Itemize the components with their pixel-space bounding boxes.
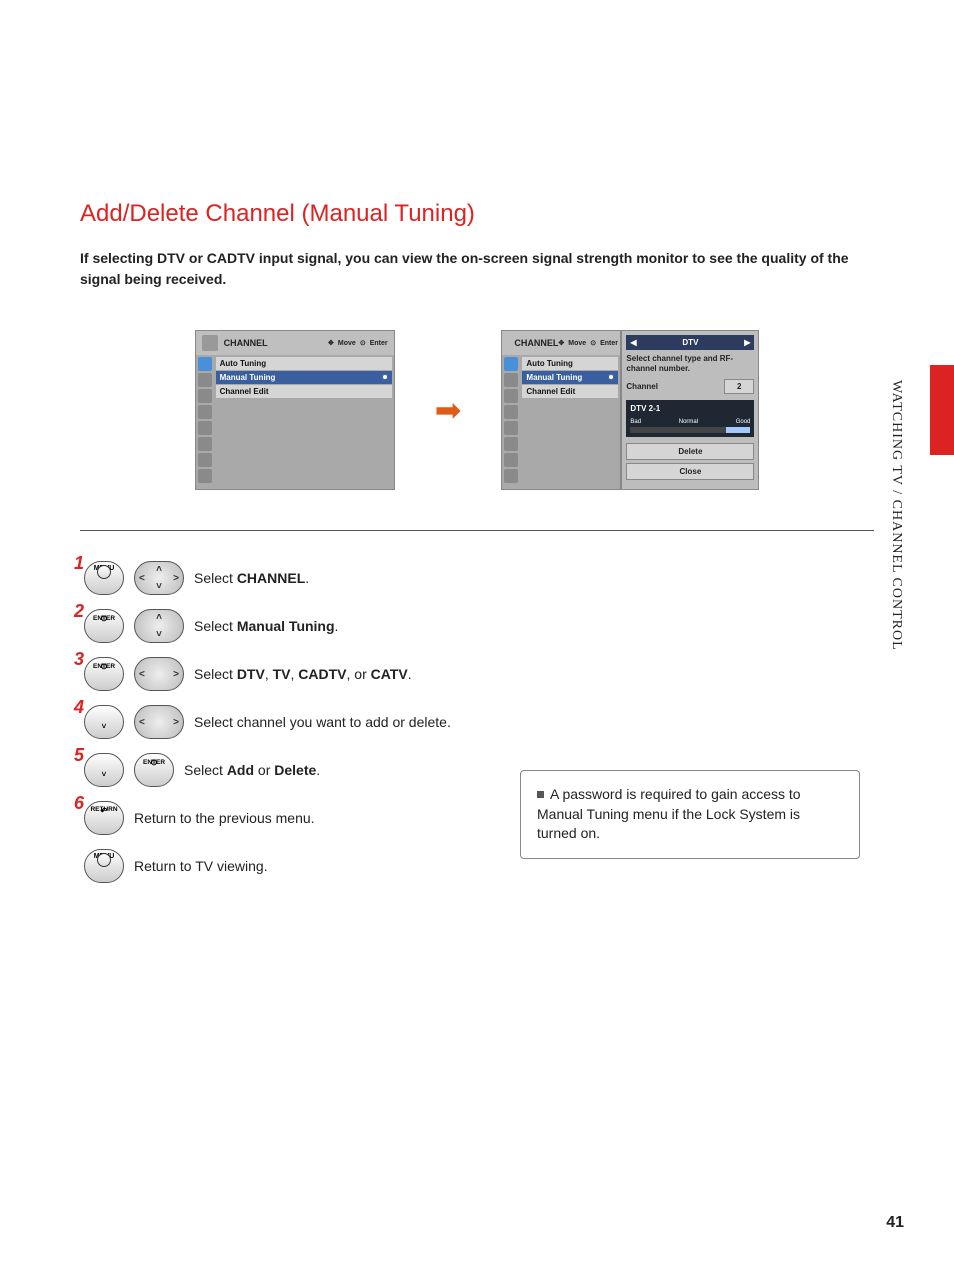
- bullet-icon: [537, 791, 544, 798]
- menu-button[interactable]: MENU: [84, 561, 124, 595]
- osd-screens: CHANNEL ✥Move ⊙Enter Auto Tuning Manual …: [80, 330, 874, 490]
- step-text: Select Add or Delete.: [184, 761, 320, 779]
- step-text: Return to TV viewing.: [134, 857, 268, 875]
- channel-icon: [202, 335, 218, 351]
- osd-channel-menu: CHANNEL ✥Move ⊙Enter Auto Tuning Manual …: [195, 330, 395, 490]
- osd-item-channel-edit[interactable]: Channel Edit: [216, 385, 392, 398]
- osd-title: CHANNEL: [224, 338, 268, 348]
- manual-tuning-panel: ◀ DTV ▶ Select channel type and RF-chann…: [621, 330, 759, 490]
- page-number: 41: [886, 1214, 904, 1232]
- intro-text: If selecting DTV or CADTV input signal, …: [80, 248, 874, 290]
- updown-button[interactable]: ˄˅: [134, 609, 184, 643]
- panel-instruction: Select channel type and RF-channel numbe…: [626, 354, 754, 373]
- menu-button[interactable]: MENU: [84, 849, 124, 883]
- signal-type-selector[interactable]: ◀ DTV ▶: [626, 335, 754, 350]
- step-number: 5: [74, 745, 84, 766]
- page-title: Add/Delete Channel (Manual Tuning): [80, 200, 874, 228]
- osd-item-manual-tuning[interactable]: Manual Tuning: [216, 371, 392, 384]
- osd-item-manual-tuning[interactable]: Manual Tuning: [522, 371, 618, 384]
- osd-hint: ✥Move ⊙Enter: [328, 339, 388, 347]
- channel-number-value[interactable]: 2: [724, 379, 754, 394]
- step-number: 6: [74, 793, 84, 814]
- step-number: 1: [74, 553, 84, 574]
- osd-item-auto-tuning[interactable]: Auto Tuning: [522, 357, 618, 370]
- step-text: Return to the previous menu.: [134, 809, 315, 827]
- leftright-button[interactable]: ˂˃: [134, 705, 184, 739]
- enter-button[interactable]: ENTER⊙: [84, 609, 124, 643]
- osd-item-auto-tuning[interactable]: Auto Tuning: [216, 357, 392, 370]
- leftright-button[interactable]: ˂˃: [134, 657, 184, 691]
- osd-with-panel: CHANNEL ✥Move ⊙Enter Auto Tuning Manual …: [501, 330, 759, 490]
- step-text: Select Manual Tuning.: [194, 617, 338, 635]
- right-arrow-icon[interactable]: ▶: [744, 338, 750, 347]
- signal-strength-meter: DTV 2-1 Bad Normal Good: [626, 400, 754, 437]
- left-arrow-icon[interactable]: ◀: [630, 338, 636, 347]
- step-number: 4: [74, 697, 84, 718]
- enter-button[interactable]: ENTER⊙: [134, 753, 174, 787]
- osd-hint: ✥Move ⊙Enter: [558, 339, 618, 347]
- dpad-button[interactable]: ˄˅˂˃: [134, 561, 184, 595]
- down-button[interactable]: ˅: [84, 753, 124, 787]
- note-box: A password is required to gain access to…: [520, 770, 860, 859]
- channel-number-row: Channel 2: [626, 379, 754, 394]
- return-button[interactable]: RETURN↶: [84, 801, 124, 835]
- step-text: Select DTV, TV, CADTV, or CATV.: [194, 665, 412, 683]
- step-number: 2: [74, 601, 84, 622]
- section-label: WATCHING TV / CHANNEL CONTROL: [888, 380, 904, 651]
- arrow-icon: ➡: [435, 391, 462, 429]
- side-tab: [930, 365, 954, 455]
- delete-button[interactable]: Delete: [626, 443, 754, 460]
- osd-title: CHANNEL: [514, 338, 558, 348]
- step-number: 3: [74, 649, 84, 670]
- down-button[interactable]: ˅: [84, 705, 124, 739]
- enter-button[interactable]: ENTER⊙: [84, 657, 124, 691]
- step-text: Select CHANNEL.: [194, 569, 309, 587]
- close-button[interactable]: Close: [626, 463, 754, 480]
- osd-category-icons: [196, 355, 214, 485]
- osd-item-channel-edit[interactable]: Channel Edit: [522, 385, 618, 398]
- step-text: Select channel you want to add or delete…: [194, 713, 451, 731]
- separator: [80, 530, 874, 531]
- instruction-steps: 1 MENU ˄˅˂˃ Select CHANNEL. 2 ENTER⊙ ˄˅ …: [80, 561, 480, 883]
